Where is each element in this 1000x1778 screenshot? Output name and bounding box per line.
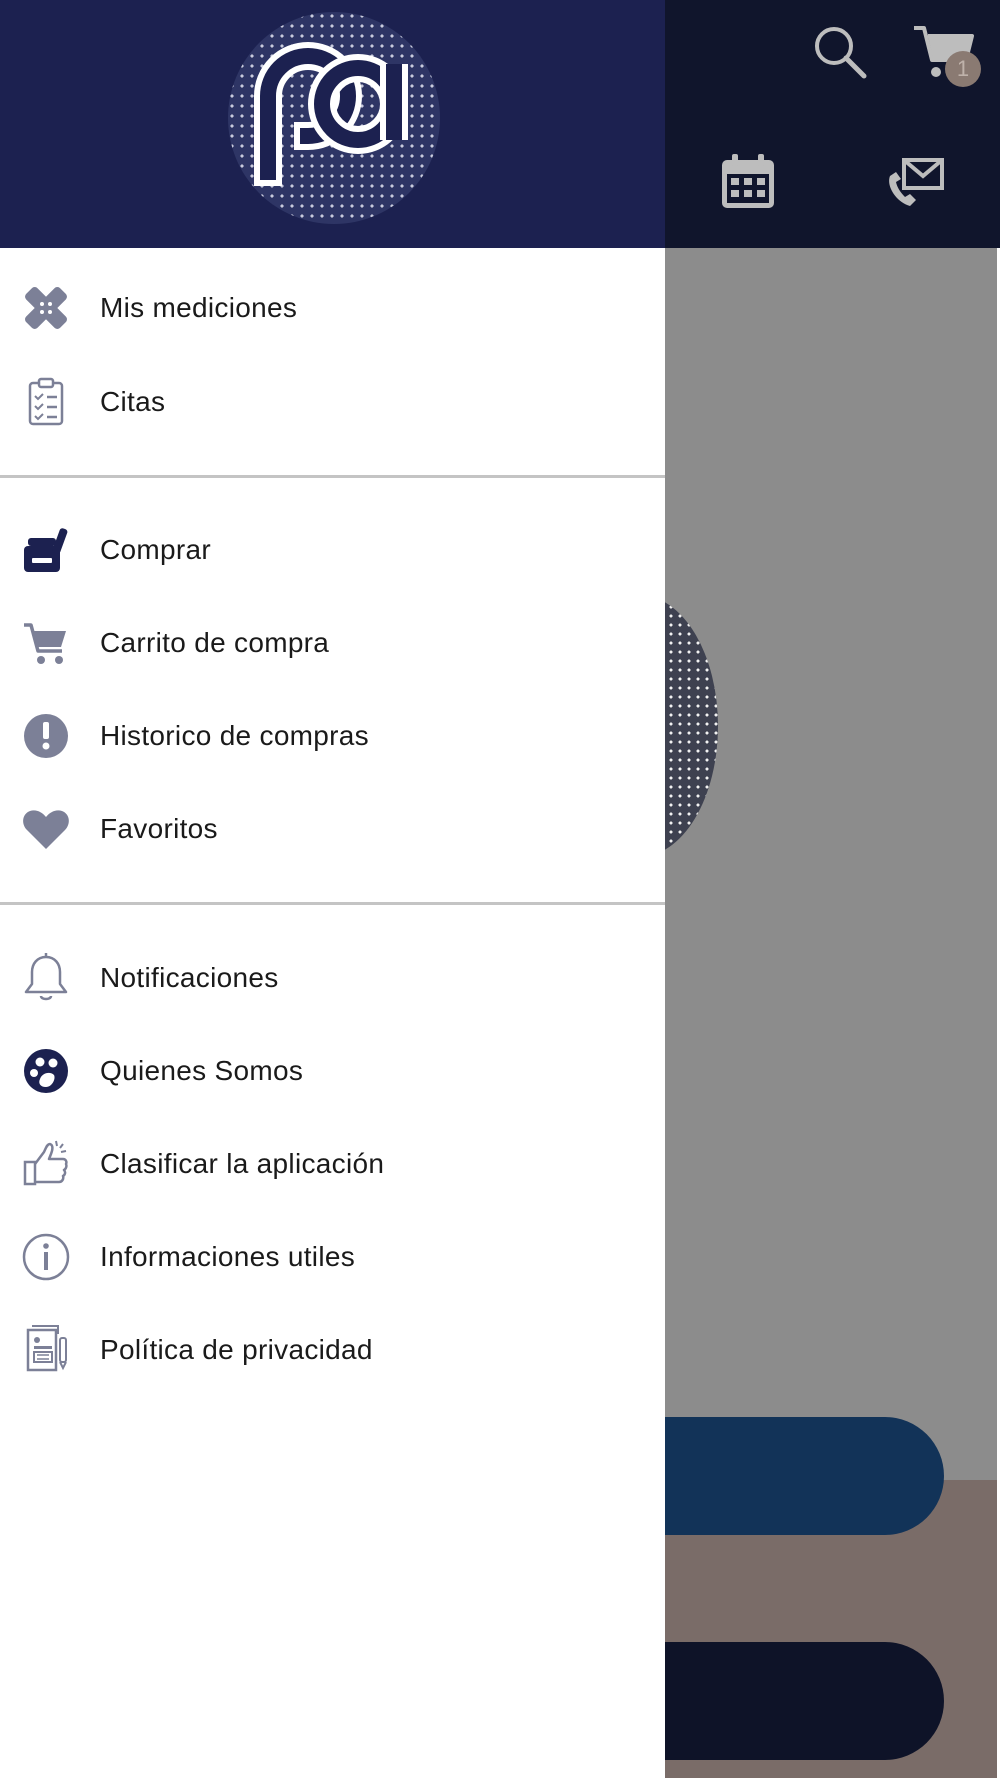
pd-logo [228, 12, 440, 224]
jar-shop-icon [20, 524, 72, 576]
menu-item-favoritos[interactable]: Favoritos [0, 789, 665, 869]
menu-item-notificaciones[interactable]: Notificaciones [0, 938, 665, 1018]
thumbs-up-icon [20, 1138, 72, 1190]
menu-item-mis-mediciones[interactable]: Mis mediciones [0, 268, 665, 348]
menu-label: Mis mediciones [100, 292, 298, 323]
privacy-document-icon [20, 1324, 72, 1376]
menu-label: Comprar [100, 534, 212, 565]
menu-item-quienes-somos[interactable]: Quienes Somos [0, 1031, 665, 1111]
menu-item-historico-de-compras[interactable]: Historico de compras [0, 696, 665, 776]
cart-badge: 1 [945, 51, 981, 87]
heart-icon [20, 803, 72, 855]
bandage-icon [20, 282, 72, 334]
menu-label: Carrito de compra [100, 627, 330, 658]
menu-item-clasificar-la-aplicacion[interactable]: Clasificar la aplicación [0, 1124, 665, 1204]
menu-label: Favoritos [100, 813, 218, 844]
navigation-drawer: Mis mediciones Citas Comprar Carrito de … [0, 0, 665, 1778]
menu-label: Clasificar la aplicación [100, 1148, 385, 1179]
menu-item-politica-de-privacidad[interactable]: Política de privacidad [0, 1310, 665, 1390]
menu-divider [0, 902, 665, 905]
menu-label: Política de privacidad [100, 1334, 373, 1365]
phone-envelope-icon[interactable] [884, 154, 946, 210]
menu-item-carrito-de-compra[interactable]: Carrito de compra [0, 603, 665, 683]
menu-item-comprar[interactable]: Comprar [0, 510, 665, 590]
people-circle-icon [20, 1045, 72, 1097]
menu-label: Notificaciones [100, 962, 279, 993]
bell-icon [20, 952, 72, 1004]
menu-label: Informaciones utiles [100, 1241, 356, 1272]
search-icon[interactable] [810, 22, 870, 82]
menu-label: Quienes Somos [100, 1055, 304, 1086]
menu-item-informaciones-utiles[interactable]: Informaciones utiles [0, 1217, 665, 1297]
clipboard-checklist-icon [20, 376, 72, 428]
menu-label: Citas [100, 386, 166, 417]
info-icon [20, 1231, 72, 1283]
menu-divider [0, 475, 665, 478]
exclamation-circle-icon [20, 710, 72, 762]
menu-item-citas[interactable]: Citas [0, 362, 665, 442]
calendar-icon[interactable] [720, 152, 776, 210]
menu-label: Historico de compras [100, 720, 369, 751]
cart-icon [20, 617, 72, 669]
drawer-header [0, 0, 665, 248]
